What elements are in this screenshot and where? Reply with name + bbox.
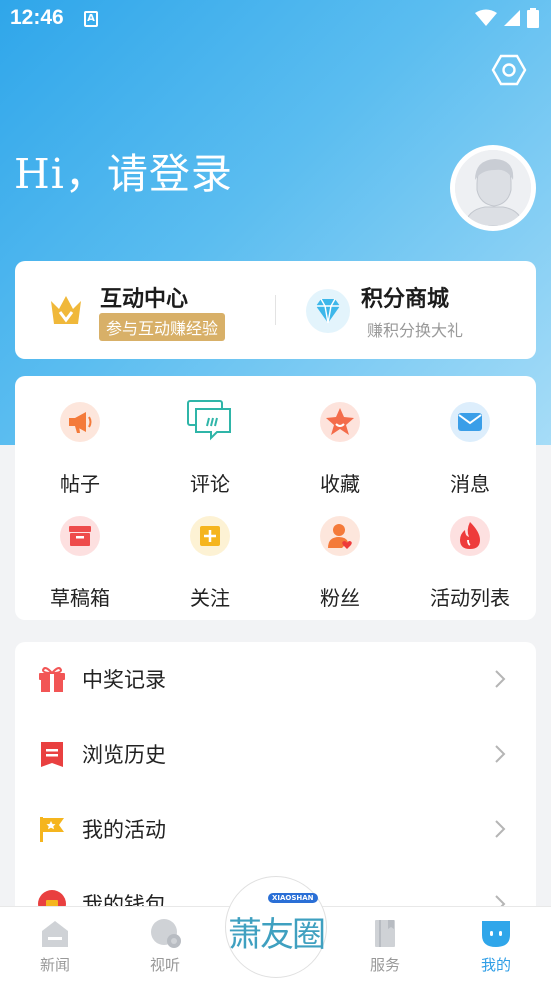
- tab-label: 我的: [480, 956, 511, 974]
- grid-item-drafts[interactable]: 草稿箱: [15, 502, 145, 610]
- menu-item-my-activities[interactable]: 我的活动: [15, 792, 536, 867]
- gift-icon: [39, 667, 65, 692]
- center-tab-logo-text: 萧友圈: [228, 915, 326, 955]
- book-icon: [375, 920, 395, 947]
- points-mall-entry[interactable]: 积分商城 赚积分换大礼: [276, 261, 536, 359]
- status-bar: 12:46 A: [0, 0, 551, 38]
- fire-icon: [450, 516, 490, 556]
- quick-entry-card: 互动中心 参与互动赚经验 积分商城 赚积分换大礼: [15, 261, 536, 359]
- home-icon: [42, 921, 68, 947]
- signal-icon: [504, 10, 520, 26]
- points-mall-title: 积分商城: [361, 287, 450, 312]
- interaction-center-title: 互动中心: [100, 287, 189, 312]
- grid-item-favorites[interactable]: 收藏: [275, 388, 405, 496]
- battery-icon: [527, 8, 539, 28]
- chevron-right-icon: [495, 670, 506, 688]
- grid-item-posts[interactable]: 帖子: [15, 388, 145, 496]
- tab-services[interactable]: 服务: [330, 907, 440, 981]
- status-time: 12:46: [10, 6, 64, 29]
- tab-news[interactable]: 新闻: [0, 907, 110, 981]
- grid-label: 帖子: [60, 472, 100, 496]
- tab-label: 服务: [369, 956, 400, 974]
- chevron-right-icon: [495, 745, 506, 763]
- megaphone-icon: [60, 402, 100, 442]
- menu-item-browsing-history[interactable]: 浏览历史: [15, 717, 536, 792]
- grid-item-following[interactable]: 关注: [145, 502, 275, 610]
- tab-xiaoyouquan[interactable]: XIAOSHAN 萧友圈: [225, 876, 327, 978]
- tab-media[interactable]: 视听: [110, 907, 220, 981]
- grid-label: 评论: [190, 472, 230, 496]
- media-icon: [151, 919, 181, 948]
- menu-item-label: 我的活动: [82, 818, 166, 842]
- wifi-icon: [475, 9, 497, 26]
- flag-icon: [40, 817, 64, 842]
- grid-item-comments[interactable]: 评论: [145, 388, 275, 496]
- tab-label: 视听: [149, 956, 180, 974]
- avatar[interactable]: [450, 145, 536, 231]
- points-mall-subtitle: 赚积分换大礼: [367, 321, 464, 340]
- grid-label: 关注: [190, 586, 230, 610]
- grid-label: 草稿箱: [50, 586, 110, 610]
- menu-item-prize-records[interactable]: 中奖记录: [15, 642, 536, 717]
- star-icon: [320, 402, 360, 442]
- login-greeting[interactable]: Hi，请登录: [14, 140, 233, 200]
- fans-icon: [320, 516, 360, 556]
- crown-icon: [51, 296, 81, 324]
- grid-label: 活动列表: [430, 586, 510, 610]
- interaction-center-subtitle: 参与互动赚经验: [99, 313, 226, 341]
- notification-a-icon: A: [84, 11, 98, 27]
- history-icon: [41, 742, 63, 767]
- plus-icon: [190, 516, 230, 556]
- grid-item-fans[interactable]: 粉丝: [275, 502, 405, 610]
- grid-label: 粉丝: [320, 586, 360, 610]
- drafts-box-icon: [60, 516, 100, 556]
- grid-item-activities[interactable]: 活动列表: [405, 502, 535, 610]
- function-grid-card: 帖子 评论 收藏 消息 草稿箱 关注 粉丝 活动列表: [15, 376, 536, 620]
- interaction-center-entry[interactable]: 互动中心 参与互动赚经验: [15, 261, 275, 359]
- menu-item-label: 中奖记录: [82, 668, 166, 692]
- grid-item-messages[interactable]: 消息: [405, 388, 535, 496]
- mail-icon: [450, 402, 490, 442]
- grid-label: 消息: [450, 472, 490, 496]
- tab-label: 新闻: [39, 956, 70, 974]
- default-avatar-icon: [455, 150, 531, 226]
- tab-mine[interactable]: 我的: [441, 907, 551, 981]
- settings-button[interactable]: [491, 52, 527, 88]
- diamond-icon: [306, 289, 350, 333]
- settings-hexagon-icon: [491, 54, 527, 86]
- menu-item-label: 浏览历史: [82, 743, 166, 767]
- status-icons: [475, 8, 539, 28]
- grid-label: 收藏: [320, 472, 360, 496]
- profile-icon: [482, 921, 510, 947]
- center-tab-badge: XIAOSHAN: [268, 893, 318, 903]
- chevron-right-icon: [495, 820, 506, 838]
- comment-icon: [187, 400, 231, 441]
